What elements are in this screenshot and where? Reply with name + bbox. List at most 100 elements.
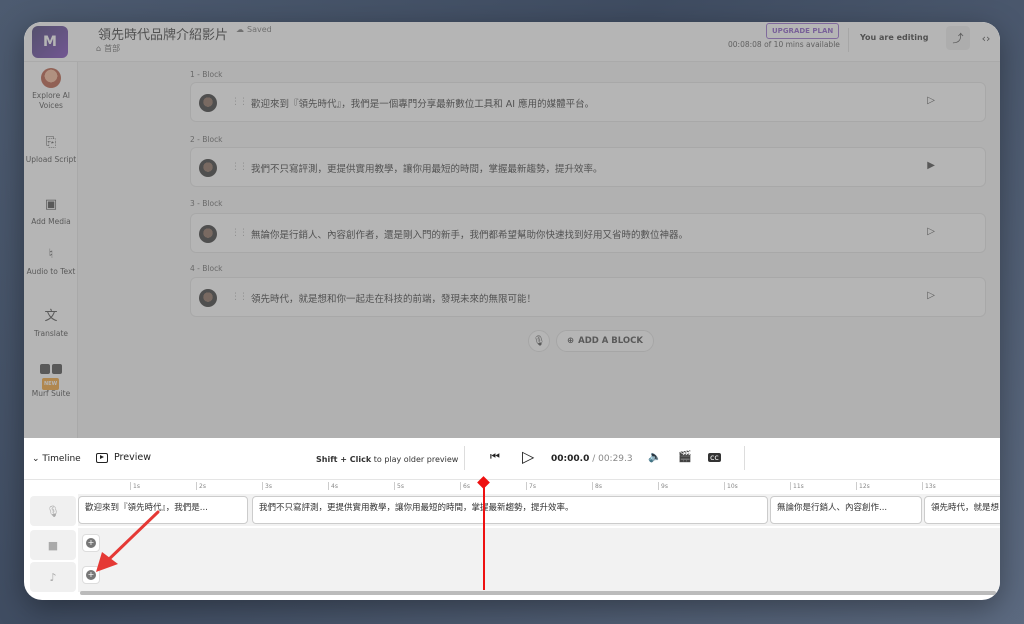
add-block-row: 🎙 ⊕ ADD A BLOCK — [528, 330, 654, 352]
play-icon[interactable]: ▷ — [927, 95, 935, 106]
captions-icon[interactable]: cc — [708, 453, 721, 462]
block-label: 2 - Block — [190, 135, 223, 144]
top-header: M 領先時代品牌介紹影片 ☁ Saved ⌂ 首部 UPGRADE PLAN 0… — [24, 22, 1000, 62]
preview-hint: Shift + Click to play older preview — [316, 455, 458, 464]
home-icon: ⌂ — [96, 44, 102, 53]
voice-clip-2[interactable]: 我們不只寫評測，更提供實用教學，讓你用最短的時間，掌握最新趨勢，提升效率。 — [252, 496, 768, 524]
skip-back-icon[interactable]: ⏮ — [490, 450, 500, 464]
preview-icon — [96, 452, 108, 463]
breadcrumb-label: 首部 — [104, 44, 121, 53]
saved-label: Saved — [247, 25, 272, 34]
block-text[interactable]: 領先時代，就是想和你一起走在科技的前端，發現未來的無限可能！ — [251, 291, 536, 305]
tick-label: 5s — [394, 482, 404, 490]
microphone-icon: 🎙 — [46, 504, 60, 518]
block-text[interactable]: 無論你是行銷人、內容創作者，還是剛入門的新手，我們都希望幫助你快速找到好用又省時… — [251, 227, 688, 241]
voice-clip-4[interactable]: 領先時代，就是想 — [924, 496, 1000, 524]
share-button[interactable]: ⤴ — [946, 26, 970, 50]
audio-to-text-icon: ♮ — [48, 247, 54, 262]
sidebar-item-label: Explore AI Voices — [32, 91, 70, 110]
media-icon: ▣ — [44, 197, 58, 212]
voice-avatar[interactable] — [199, 289, 217, 307]
block-text[interactable]: 我們不只寫評測，更提供實用教學，讓你用最短的時間，掌握最新趨勢，提升效率。 — [251, 161, 603, 175]
tick-label: 11s — [790, 482, 804, 490]
code-icon: ‹› — [981, 31, 991, 45]
cloud-icon: ☁ — [236, 25, 244, 34]
preview-label: Preview — [114, 452, 151, 463]
sidebar-item-label: Translate — [33, 329, 69, 338]
drag-handle-icon[interactable]: ⋮⋮ — [231, 97, 248, 107]
time-total: / 00:29.3 — [589, 454, 633, 464]
script-block-3[interactable]: ⋮⋮ 無論你是行銷人、內容創作者，還是剛入門的新手，我們都希望幫助你快速找到好用… — [190, 213, 986, 253]
upload-script-icon: ⎘ — [45, 135, 57, 150]
sidebar-item-label: Murf Suite — [31, 389, 71, 398]
chevron-down-icon: ⌄ — [32, 454, 40, 464]
tick-label: 7s — [526, 482, 536, 490]
share-icon: ⤴ — [952, 32, 964, 45]
playhead[interactable] — [483, 482, 485, 590]
voice-clip-3[interactable]: 無論你是行銷人、內容創作... — [770, 496, 922, 524]
timeline-toggle[interactable]: ⌄ Timeline — [32, 454, 81, 464]
tick-label: 6s — [460, 482, 470, 490]
record-button[interactable]: 🎙 — [528, 330, 550, 352]
toolbar-divider — [744, 446, 745, 470]
clapperboard-icon[interactable]: 🎬 — [678, 450, 692, 463]
sidebar-item-audio-to-text[interactable]: ♮ Audio to Text — [24, 246, 78, 277]
script-block-4[interactable]: ⋮⋮ 領先時代，就是想和你一起走在科技的前端，發現未來的無限可能！ ▷ — [190, 277, 986, 317]
drag-handle-icon[interactable]: ⋮⋮ — [231, 292, 248, 302]
script-block-2[interactable]: ⋮⋮ 我們不只寫評測，更提供實用教學，讓你用最短的時間，掌握最新趨勢，提升效率。… — [190, 147, 986, 187]
script-editor: 1 - Block ⋮⋮ 歡迎來到『領先時代』，我們是一個專門分享最新數位工具和… — [78, 62, 1000, 438]
script-block-1[interactable]: ⋮⋮ 歡迎來到『領先時代』，我們是一個專門分享最新數位工具和 AI 應用的媒體平… — [190, 82, 986, 122]
time-current: 00:00.0 — [551, 454, 590, 464]
block-text[interactable]: 歡迎來到『領先時代』，我們是一個專門分享最新數位工具和 AI 應用的媒體平台。 — [251, 96, 594, 110]
play-icon[interactable]: ▶ — [927, 160, 935, 171]
tick-label: 4s — [328, 482, 338, 490]
annotation-arrow-icon — [96, 510, 160, 572]
tick-label: 9s — [658, 482, 668, 490]
suite-grid-icon: NEW — [40, 364, 62, 390]
sidebar-item-add-media[interactable]: ▣ Add Media — [24, 196, 78, 227]
sidebar-item-explore-voices[interactable]: Explore AI Voices — [24, 68, 78, 111]
hint-text: to play older preview — [371, 455, 459, 464]
timeline-scrollbar[interactable] — [80, 591, 996, 595]
music-track-header: ♪ — [30, 562, 76, 592]
upgrade-plan-button[interactable]: UPGRADE PLAN — [766, 23, 840, 39]
timeline-label: Timeline — [42, 454, 81, 464]
sidebar-item-upload-script[interactable]: ⎘ Upload Script — [24, 134, 78, 165]
play-icon[interactable]: ▷ — [927, 226, 935, 237]
tick-label: 10s — [724, 482, 738, 490]
sidebar-item-translate[interactable]: 文 Translate — [24, 308, 78, 339]
murf-logo[interactable]: M — [32, 26, 68, 58]
video-camera-icon: ■ — [47, 538, 59, 552]
voice-track[interactable]: 歡迎來到『領先時代』，我們是... 我們不只寫評測，更提供實用教學，讓你用最短的… — [78, 494, 1000, 526]
embed-button[interactable]: ‹› — [974, 26, 998, 50]
block-label: 1 - Block — [190, 70, 223, 79]
header-divider — [848, 28, 849, 52]
left-sidebar: Explore AI Voices ⎘ Upload Script ▣ Add … — [24, 62, 78, 438]
music-track[interactable]: + — [78, 560, 1000, 592]
play-button[interactable]: ▷ — [522, 447, 534, 466]
tick-label: 3s — [262, 482, 272, 490]
translate-icon: 文 — [44, 309, 58, 324]
tick-label: 1s — [130, 482, 140, 490]
preview-button[interactable]: Preview — [96, 452, 151, 463]
video-track[interactable]: + — [78, 528, 1000, 560]
block-label: 3 - Block — [190, 199, 223, 208]
microphone-icon: 🎙 — [532, 335, 546, 347]
tick-label: 12s — [856, 482, 870, 490]
voice-avatar[interactable] — [199, 94, 217, 112]
breadcrumb[interactable]: ⌂ 首部 — [96, 43, 120, 54]
add-block-button[interactable]: ⊕ ADD A BLOCK — [556, 330, 654, 352]
plus-circle-icon: ⊕ — [567, 336, 575, 346]
volume-icon[interactable]: 🔈 — [648, 450, 662, 463]
project-title[interactable]: 領先時代品牌介紹影片 — [98, 24, 228, 43]
drag-handle-icon[interactable]: ⋮⋮ — [231, 228, 248, 238]
voice-avatar[interactable] — [199, 225, 217, 243]
sidebar-item-murf-suite[interactable]: NEW Murf Suite — [24, 364, 78, 399]
timeline-toolbar: ⌄ Timeline Preview Shift + Click to play… — [24, 438, 1000, 480]
drag-handle-icon[interactable]: ⋮⋮ — [231, 162, 248, 172]
music-note-icon: ♪ — [49, 570, 57, 584]
play-icon[interactable]: ▷ — [927, 290, 935, 301]
voice-avatar[interactable] — [199, 159, 217, 177]
tick-label: 13s — [922, 482, 936, 490]
add-block-label: ADD A BLOCK — [578, 336, 643, 346]
